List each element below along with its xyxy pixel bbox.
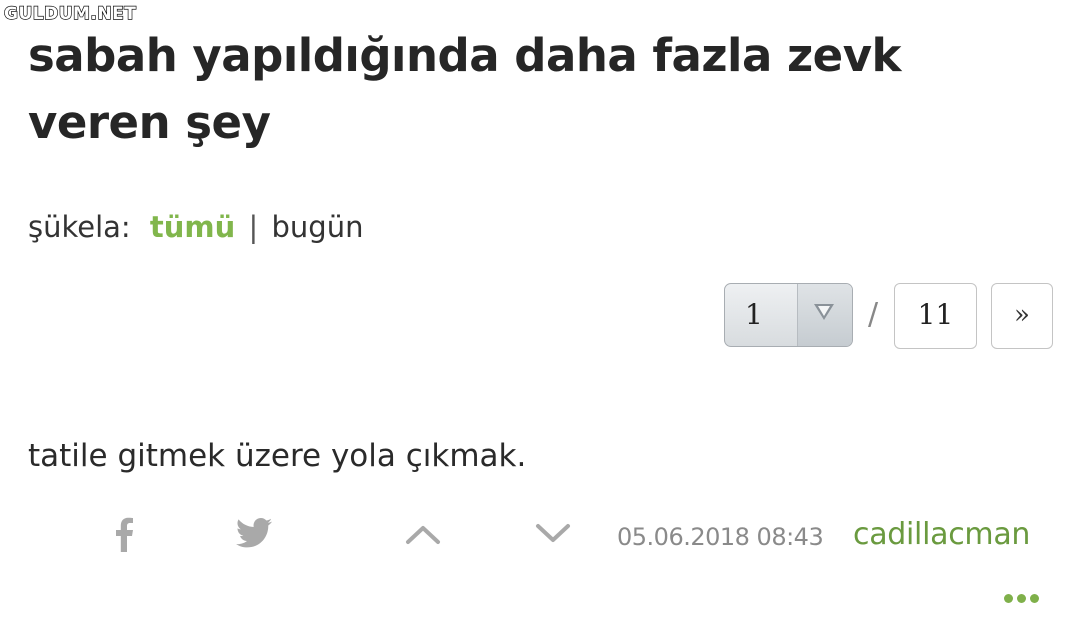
filter-separator: | [248, 210, 259, 244]
filter-label: şükela: [28, 210, 131, 244]
last-page-button[interactable]: 11 [894, 283, 977, 349]
filter-all-link[interactable]: tümü [150, 210, 235, 244]
topic-title[interactable]: sabah yapıldığında daha fazla zevk veren… [28, 22, 988, 156]
facebook-icon[interactable] [110, 516, 138, 552]
upvote-chevron-up-icon[interactable] [404, 522, 442, 546]
filter-today-link[interactable]: bugün [272, 210, 364, 244]
filter-bar: şükela: tümü | bugün [28, 210, 363, 244]
dot [1004, 594, 1013, 603]
next-page-button[interactable]: » [991, 283, 1053, 349]
watermark-logo: GULDUM.NET [3, 3, 137, 24]
entry-author[interactable]: cadillacman [853, 517, 1030, 552]
twitter-icon[interactable] [236, 518, 272, 548]
entry-content: tatile gitmek üzere yola çıkmak. [28, 438, 527, 474]
dropdown-arrow-icon [814, 304, 834, 320]
downvote-chevron-down-icon[interactable] [534, 522, 572, 546]
page-select[interactable]: 1 [724, 283, 853, 347]
dot [1017, 594, 1026, 603]
dot [1030, 594, 1039, 603]
more-dots-icon[interactable] [1004, 594, 1040, 606]
page-separator: / [868, 297, 879, 332]
entry-date[interactable]: 05.06.2018 08:43 [617, 523, 824, 551]
page-select-dropdown[interactable] [797, 284, 852, 346]
page-select-value: 1 [745, 298, 763, 331]
